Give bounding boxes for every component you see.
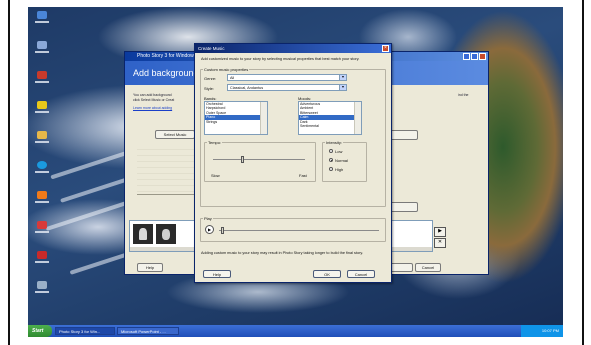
wizard-heading: Add background [133, 68, 199, 78]
desktop-icon-app-red[interactable] [32, 221, 52, 235]
back-cancel-button[interactable]: Cancel [415, 263, 441, 272]
volume-slider[interactable] [137, 194, 195, 205]
minimize-icon[interactable] [463, 53, 470, 60]
clock[interactable]: 10:07 PM [542, 328, 559, 333]
dialog-title: Create Music [198, 46, 225, 51]
intensity-low-radio[interactable] [329, 149, 333, 153]
maximize-icon[interactable] [471, 53, 478, 60]
style-label: Style: [204, 86, 215, 91]
intensity-low-label: Low [335, 149, 343, 154]
ok-button[interactable]: OK [313, 270, 341, 278]
system-tray: 10:07 PM [521, 325, 563, 337]
task-photo-story[interactable]: Photo Story 3 for Win... [55, 327, 115, 335]
play-icon[interactable]: ▶ [205, 225, 214, 234]
play-progress-track [219, 230, 379, 231]
bands-scrollbar[interactable] [260, 102, 267, 134]
intensity-high-label: High [335, 167, 344, 172]
desktop: Photo Story 3 for Windows Add background… [28, 7, 563, 337]
moods-scrollbar[interactable] [354, 102, 361, 134]
dialog-titlebar[interactable]: Create Music × [195, 44, 391, 53]
genre-label: Genre: [204, 76, 217, 81]
properties-group-label: Custom music properties [203, 67, 250, 72]
list-item[interactable]: Strings [205, 120, 267, 124]
back-help-button[interactable]: Help [137, 263, 163, 272]
cancel-button[interactable]: Cancel [347, 270, 375, 278]
desktop-icon-chart[interactable] [32, 71, 52, 85]
intensity-high-radio[interactable] [329, 167, 333, 171]
start-button[interactable]: Start [28, 325, 52, 337]
intensity-normal-radio[interactable] [329, 158, 333, 162]
chevron-down-icon: ▼ [339, 75, 346, 80]
play-label: Play [203, 216, 213, 221]
style-value: Classical, Andantus [230, 86, 264, 90]
filmstrip-thumbnail[interactable] [156, 224, 176, 244]
bands-list[interactable]: Orchestral Harpsichord Outer Space Piano Str… [204, 101, 268, 135]
moods-list[interactable]: Adventurous Ambient Bittersweet Calm Dark Sen… [298, 101, 362, 135]
wizard-description-right: ind the [458, 93, 469, 97]
style-select[interactable]: Classical, Andantus ▼ [227, 84, 347, 91]
intensity-normal-label: Normal [335, 158, 348, 163]
tempo-slider-track [213, 159, 305, 160]
dialog-intro: Add customized music to your story by se… [201, 57, 360, 61]
filmstrip-thumbnail[interactable] [133, 224, 153, 244]
desktop-icon-computer[interactable] [32, 41, 52, 55]
tempo-label: Tempo: [207, 140, 223, 145]
task-powerpoint[interactable]: Microsoft PowerPoint - ... [117, 327, 179, 335]
desktop-icon-recycle-bin[interactable] [32, 281, 52, 295]
close-icon[interactable] [479, 53, 486, 60]
create-music-dialog: Create Music × Add customized music to yo… [194, 43, 392, 283]
wizard-description: You can add background [133, 93, 172, 97]
select-music-button[interactable]: Select Music [155, 130, 195, 139]
learn-more-link[interactable]: Learn more about adding [133, 106, 172, 110]
close-icon[interactable]: × [382, 45, 389, 52]
window-controls [463, 53, 486, 60]
desktop-icon-folder[interactable] [32, 131, 52, 145]
arrow-right-icon[interactable]: ▶ [434, 227, 446, 237]
desktop-icon-warning[interactable] [32, 101, 52, 115]
desktop-icon-app-red-2[interactable] [32, 251, 52, 265]
desktop-icon-skype[interactable] [32, 161, 52, 175]
taskbar: Start Photo Story 3 for Win... Microsoft… [28, 325, 563, 337]
genre-select[interactable]: All ▼ [227, 74, 347, 81]
close-x-icon[interactable]: ✕ [434, 238, 446, 248]
wizard-description-2: click Select Music or Creat [133, 98, 175, 102]
help-button[interactable]: Help [203, 270, 231, 278]
chevron-down-icon: ▼ [339, 85, 346, 90]
tempo-fast-label: Fast [299, 173, 307, 178]
desktop-icon-cone[interactable] [32, 191, 52, 205]
desktop-icon-network[interactable] [32, 11, 52, 25]
list-item[interactable]: Sentimental [299, 124, 361, 128]
genre-value: All [230, 76, 235, 80]
tempo-slider-thumb[interactable] [241, 156, 244, 163]
intensity-label: Intensity: [325, 140, 344, 145]
music-settings-panel [137, 144, 195, 192]
tempo-slow-label: Slow [211, 173, 220, 178]
dialog-note: Adding custom music to your story may re… [201, 251, 364, 255]
play-progress-thumb[interactable] [221, 227, 224, 234]
